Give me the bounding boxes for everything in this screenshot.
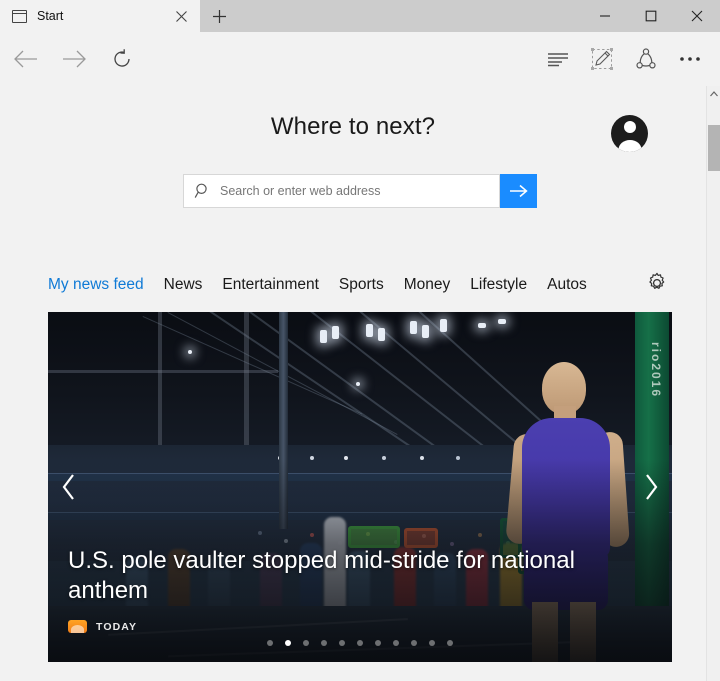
scrollbar-track[interactable] xyxy=(707,102,720,681)
hero-headline-block: U.S. pole vaulter stopped mid-stride for… xyxy=(68,546,648,606)
carousel-dot[interactable] xyxy=(429,640,435,646)
search-input[interactable] xyxy=(220,176,499,206)
carousel-dot[interactable] xyxy=(303,640,309,646)
new-tab-button[interactable] xyxy=(200,0,238,32)
scrollbar-thumb[interactable] xyxy=(708,125,720,171)
hero-source: TODAY xyxy=(68,620,137,633)
page-title: Where to next? xyxy=(0,113,706,141)
hero-source-name: TODAY xyxy=(96,621,137,633)
window-controls xyxy=(582,0,720,32)
category-tab-money[interactable]: Money xyxy=(404,276,451,294)
search-box[interactable] xyxy=(183,174,500,208)
tab-title: Start xyxy=(37,9,170,23)
category-tab-lifestyle[interactable]: Lifestyle xyxy=(470,276,527,294)
hero-headline[interactable]: U.S. pole vaulter stopped mid-stride for… xyxy=(68,546,648,606)
scroll-up-arrow-icon[interactable] xyxy=(707,86,720,102)
address-search-row xyxy=(183,174,537,208)
navigation-toolbar xyxy=(0,32,720,86)
carousel-dot[interactable] xyxy=(285,640,291,646)
page-icon xyxy=(12,10,27,23)
web-note-pencil-icon[interactable] xyxy=(580,37,624,81)
hero-image: rio2016 xyxy=(48,312,672,662)
category-tab-my-news-feed[interactable]: My news feed xyxy=(48,276,144,294)
more-ellipsis-icon[interactable] xyxy=(668,37,712,81)
avatar-head xyxy=(624,121,636,133)
carousel-dot[interactable] xyxy=(447,640,453,646)
news-hero-card[interactable]: rio2016 xyxy=(48,312,672,662)
go-arrow-icon[interactable] xyxy=(500,174,537,208)
category-tab-entertainment[interactable]: Entertainment xyxy=(222,276,319,294)
forward-arrow-icon[interactable] xyxy=(50,35,98,83)
reading-view-icon[interactable] xyxy=(536,37,580,81)
gear-icon[interactable] xyxy=(646,272,670,296)
carousel-dot[interactable] xyxy=(339,640,345,646)
close-icon[interactable] xyxy=(170,5,192,27)
rio-watermark: rio2016 xyxy=(649,342,663,398)
maximize-icon[interactable] xyxy=(628,0,674,32)
category-tab-news[interactable]: News xyxy=(164,276,203,294)
back-arrow-icon[interactable] xyxy=(2,35,50,83)
carousel-dot[interactable] xyxy=(375,640,381,646)
category-tab-autos[interactable]: Autos xyxy=(547,276,587,294)
carousel-dot[interactable] xyxy=(411,640,417,646)
carousel-dot[interactable] xyxy=(267,640,273,646)
close-icon[interactable] xyxy=(674,0,720,32)
carousel-dots xyxy=(48,640,672,646)
chevron-left-icon[interactable] xyxy=(52,465,86,509)
category-tab-sports[interactable]: Sports xyxy=(339,276,384,294)
new-tab-page: Where to next? xyxy=(0,86,706,681)
avatar-body xyxy=(618,140,641,152)
news-category-tabs: My news feed News Entertainment Sports M… xyxy=(48,270,678,300)
carousel-dot[interactable] xyxy=(357,640,363,646)
carousel-dot[interactable] xyxy=(321,640,327,646)
search-icon xyxy=(194,182,212,200)
carousel-dot[interactable] xyxy=(393,640,399,646)
chevron-right-icon[interactable] xyxy=(634,465,668,509)
today-logo-icon xyxy=(68,620,87,633)
user-avatar-icon[interactable] xyxy=(611,115,648,152)
minimize-icon[interactable] xyxy=(582,0,628,32)
toolbar-actions xyxy=(536,32,712,86)
vertical-scrollbar[interactable] xyxy=(706,86,720,681)
edge-browser-window: Start xyxy=(0,0,720,681)
browser-tab-start[interactable]: Start xyxy=(0,0,200,32)
tab-strip: Start xyxy=(0,0,720,32)
refresh-icon[interactable] xyxy=(98,35,146,83)
title-bar-drag-area xyxy=(238,0,582,32)
share-icon[interactable] xyxy=(624,37,668,81)
